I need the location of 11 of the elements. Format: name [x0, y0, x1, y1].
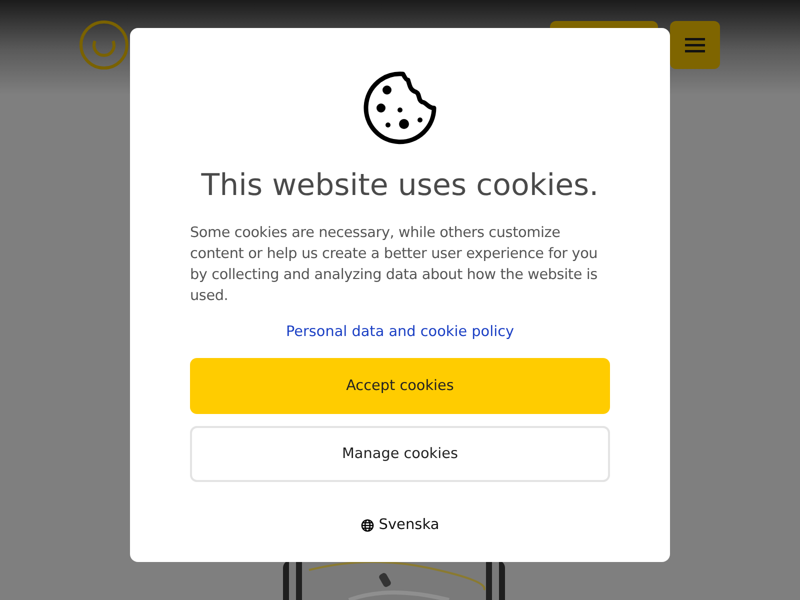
policy-link[interactable]: Personal data and cookie policy: [286, 324, 514, 340]
dialog-message: Some cookies are necessary, while others customize content or help us create a better user experience for you by collecting and analyzing data about how the website is used.: [190, 224, 599, 306]
menu-button[interactable]: [670, 21, 720, 69]
language-link[interactable]: Svenska: [378, 517, 440, 533]
logo-icon[interactable]: [78, 19, 130, 71]
globe-icon: [360, 518, 374, 532]
menu-icon: [685, 37, 705, 53]
cookie-icon: [362, 70, 438, 146]
accept-button[interactable]: Accept cookies: [190, 358, 610, 414]
dialog-title: This website uses cookies.: [201, 168, 599, 203]
manage-button[interactable]: Manage cookies: [190, 426, 610, 482]
